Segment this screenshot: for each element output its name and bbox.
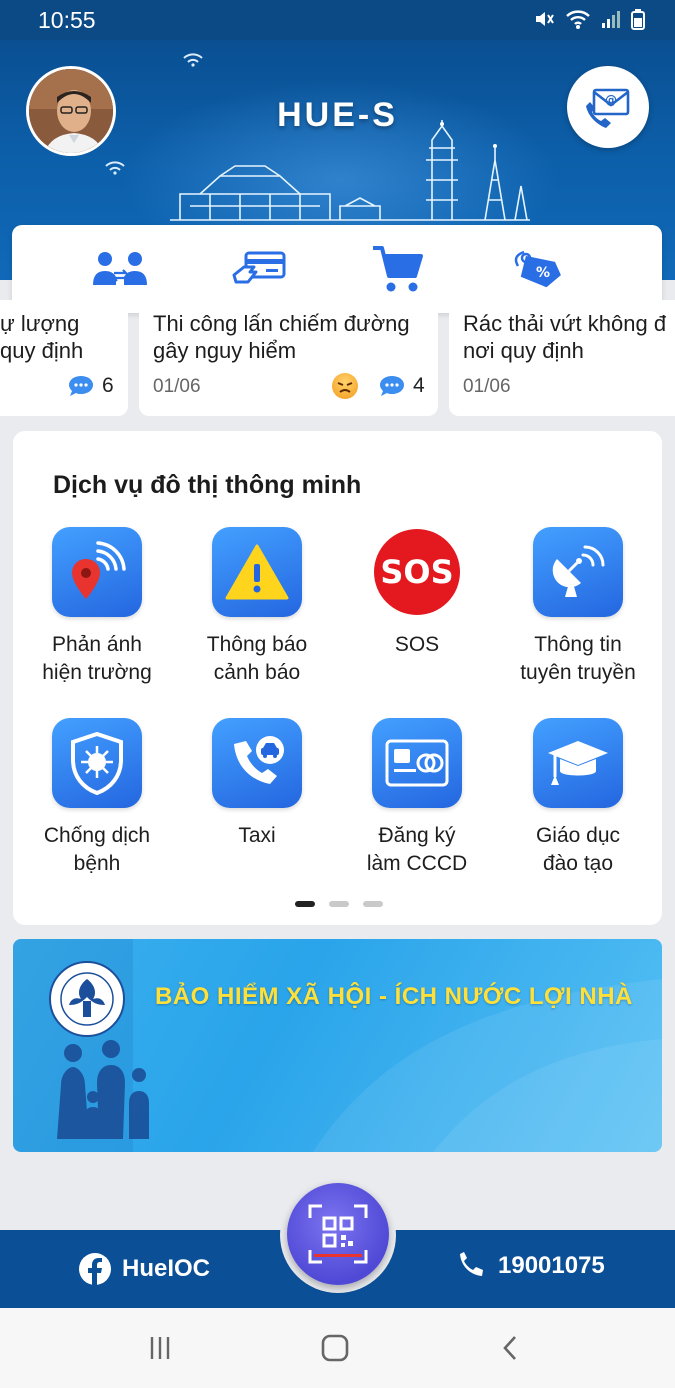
service-education[interactable]: Giáo dục đào tạo [498,718,658,878]
social-insurance-banner[interactable]: BẢO HIỂM XÃ HỘI - ÍCH NƯỚC LỢI NHÀ [13,939,662,1152]
back-icon [503,1336,516,1360]
news-title-line1: Rác thải vứt không đ [463,311,667,336]
page-dot[interactable] [329,901,349,907]
home-icon [321,1334,349,1362]
discount-tag-icon: % [514,250,561,288]
services-title: Dịch vụ đô thị thông minh [53,471,362,499]
service-label-line2: đào tạo [542,852,614,875]
qr-scan-icon [308,1204,368,1264]
graduation-cap-icon [548,741,608,785]
news-title-line1: Thi công lấn chiếm đường [153,311,410,336]
shopping-cart-icon [373,246,423,292]
card-payment-icon [232,251,286,284]
warning-icon [225,544,289,600]
news-date: 01/06 [153,376,201,397]
service-label-line1: Chống dịch [43,824,151,847]
svg-text:%: % [536,265,550,281]
qr-scan-button[interactable] [287,1183,389,1285]
facebook-label: HueIOC [122,1255,211,1282]
status-time: 10:55 [38,7,96,33]
angry-emoji-icon [332,373,358,399]
facebook-icon [79,1253,111,1285]
service-disease-prevention[interactable]: Chống dịch bệnh [17,718,177,878]
service-warnings[interactable]: Thông báo cảnh báo [177,527,337,687]
svg-text:@: @ [605,93,617,107]
hotline-link[interactable]: 19001075 [456,1252,605,1280]
service-label-line2: hiện trường [42,661,152,684]
home-button[interactable] [315,1332,355,1364]
service-citizen-id[interactable]: Đăng ký làm CCCD [337,718,497,878]
family-silhouette-icon [57,1040,149,1139]
quick-action-payment[interactable] [230,241,290,297]
news-card[interactable]: Rác thải vứt không đ nơi quy định 01/06 [449,300,675,416]
service-label-line1: Đăng ký [378,824,456,847]
service-label-line1: Thông tin [534,633,622,656]
news-title-line2: nơi quy định [463,338,584,363]
comment-count: 4 [379,374,425,398]
contact-mail-button[interactable]: @ [567,66,649,148]
service-label-line1: Giáo dục [535,824,621,847]
service-sos[interactable]: SOS SOS [337,527,497,659]
service-label-line1: SOS [394,633,440,656]
taxi-phone-icon [234,736,284,784]
news-title-line2: gây nguy hiểm [153,338,297,363]
virus-shield-icon [71,731,123,796]
service-label-line1: Thông báo [206,633,308,656]
service-taxi[interactable]: Taxi [177,718,337,850]
signal-icon [602,11,620,28]
comment-icon [380,376,404,396]
mute-icon [536,12,554,26]
smart-city-services-panel: Dịch vụ đô thị thông minh Phản ánh hiện … [13,431,662,925]
comment-icon [69,376,93,396]
quick-action-discount[interactable]: % [508,241,568,297]
hotline-number: 19001075 [498,1252,605,1279]
status-bar: 10:55 [0,0,675,40]
service-label-line2: làm CCCD [366,852,468,875]
service-label-line2: cảnh báo [213,661,301,684]
social-insurance-logo-icon [49,961,125,1037]
comment-count-value: 6 [102,374,114,397]
recent-apps-button[interactable] [140,1332,180,1364]
mail-phone-icon: @ [586,88,630,128]
news-title-line1: ự lượng [0,311,80,336]
quick-action-transfer[interactable] [90,241,150,297]
comment-count: 6 [68,374,114,398]
facebook-link[interactable]: HueIOC [78,1252,210,1286]
comment-count-value: 4 [413,374,425,397]
service-field-report[interactable]: Phản ánh hiện trường [17,527,177,687]
sos-icon: SOS [374,529,460,615]
page-indicator [295,901,383,907]
service-label-line1: Phản ánh [52,633,142,656]
service-label-line2: bệnh [73,852,121,875]
service-label-line1: Taxi [238,824,276,847]
service-propaganda-info[interactable]: Thông tin tuyên truyền [498,527,658,687]
wifi-decoration-icon [183,53,203,67]
phone-icon [460,1252,483,1276]
svg-text:SOS: SOS [380,553,453,591]
quick-action-shop[interactable] [368,241,428,297]
news-carousel: ự lượng quy định 6 Thi công lấn chiếm đư… [0,300,675,416]
recent-apps-icon [150,1337,170,1359]
news-card[interactable]: ự lượng quy định 6 [0,300,128,416]
back-button[interactable] [490,1332,530,1364]
page-dot[interactable] [363,901,383,907]
wifi-icon [566,10,590,29]
id-card-icon [385,739,449,787]
service-label-line2: tuyên truyền [520,661,636,684]
battery-icon [631,9,645,30]
status-icons [533,8,645,30]
users-exchange-icon [93,252,147,285]
banner-slogan: BẢO HIỂM XÃ HỘI - ÍCH NƯỚC LỢI NHÀ [155,983,633,1010]
city-skyline-icon [170,120,530,221]
satellite-dish-icon [552,545,605,597]
system-navigation-bar [0,1308,675,1388]
page-dot[interactable] [295,901,315,907]
news-date: 01/06 [463,376,511,397]
news-title-line2: quy định [0,338,84,363]
location-signal-icon [72,541,126,599]
news-card[interactable]: Thi công lấn chiếm đường gây nguy hiểm 0… [139,300,438,416]
wifi-decoration-icon [105,161,125,175]
